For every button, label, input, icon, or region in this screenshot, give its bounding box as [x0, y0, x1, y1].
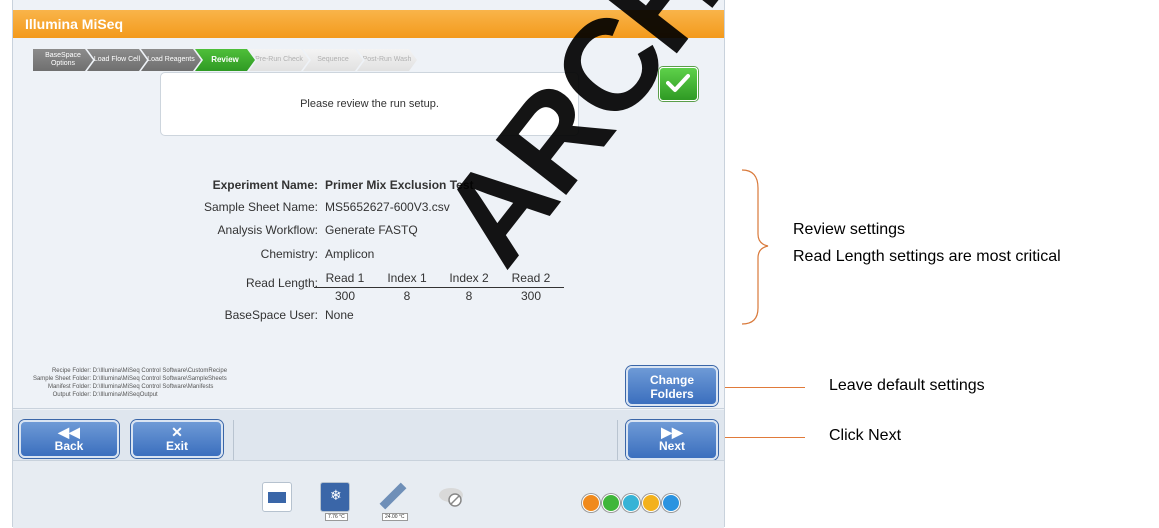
step-pre-run-check: Pre-Run Check [249, 49, 309, 71]
change-folders-button[interactable]: Change Folders [626, 366, 718, 406]
flow-cell-temp-icon[interactable] [376, 482, 407, 510]
settings-brace [741, 169, 769, 325]
review-message-box: Please review the run setup. [160, 72, 579, 136]
manifest-folder-value: D:\Illumina\MiSeq Control Software\Manif… [92, 384, 214, 390]
sample-sheet-folder-value: D:\Illumina\MiSeq Control Software\Sampl… [92, 376, 227, 382]
recipe-folder-label: Recipe Folder: [51, 368, 91, 374]
status-dot-orange-icon[interactable] [582, 494, 600, 512]
read-length-value: 8 [465, 289, 473, 303]
miseq-window: Illumina MiSeq BaseSpace Options Load Fl… [12, 0, 725, 528]
reagent-chiller-icon[interactable]: ❄ [320, 482, 350, 512]
step-sequence: Sequence [303, 49, 363, 71]
back-button[interactable]: ◀◀ Back [19, 420, 119, 458]
double-left-arrow-icon: ◀◀ [58, 424, 80, 440]
divider [13, 408, 724, 409]
flow-cell-temperature: 24.00 °C [382, 513, 408, 521]
double-right-arrow-icon: ▶▶ [661, 424, 683, 440]
step-load-flow-cell: Load Flow Cell [87, 49, 147, 71]
status-dot-green-icon[interactable] [602, 494, 620, 512]
read-length-header: Read 2 [511, 271, 551, 285]
read-length-header: Read 1 [325, 271, 365, 285]
workflow-steps: BaseSpace Options Load Flow Cell Load Re… [33, 49, 417, 71]
arrow-line [725, 437, 805, 438]
chemistry-value: Amplicon [325, 247, 375, 261]
read-length-value: 300 [334, 289, 356, 303]
annotation-click-next: Click Next [829, 427, 902, 444]
folder-paths: Recipe Folder: D:\Illumina\MiSeq Control… [17, 367, 227, 399]
annotation-read-length: Read Length settings are most critical [793, 248, 1061, 265]
basespace-user-label: BaseSpace User: [224, 308, 318, 322]
read-length-value: 8 [403, 289, 411, 303]
ready-check-icon [659, 67, 698, 101]
status-dot-blue-icon[interactable] [662, 494, 680, 512]
change-folders-label-2: Folders [650, 387, 694, 401]
sample-sheet-label: Sample Sheet Name: [203, 200, 318, 214]
navbar-separator [617, 420, 618, 460]
exit-button[interactable]: ✕ Exit [131, 420, 223, 458]
read-length-label: Read Length: [245, 276, 318, 290]
exit-label: Exit [165, 439, 188, 453]
run-setup-fields: Experiment Name: Primer Mix Exclusion Te… [133, 176, 553, 326]
basespace-user-value: None [325, 308, 354, 322]
read-length-header: Index 1 [387, 271, 427, 285]
arrow-line [725, 387, 805, 388]
read-length-table: Read 1 Index 1 Index 2 Read 2 300 8 8 30… [314, 271, 564, 303]
status-dot-teal-icon[interactable] [622, 494, 640, 512]
read-length-divider [314, 287, 564, 288]
annotation-leave-default: Leave default settings [829, 377, 985, 394]
annotation-review-settings: Review settings [793, 221, 906, 238]
change-folders-label-1: Change [649, 373, 694, 387]
experiment-name-value: Primer Mix Exclusion Test [325, 178, 474, 192]
output-folder-label: Output Folder: [52, 392, 91, 398]
sample-sheet-folder-label: Sample Sheet Folder: [32, 376, 91, 382]
recipe-folder-value: D:\Illumina\MiSeq Control Software\Custo… [92, 368, 228, 374]
step-basespace-options: BaseSpace Options [33, 49, 93, 71]
next-label: Next [658, 439, 685, 453]
flow-cell-status-icon[interactable] [262, 482, 292, 512]
next-button[interactable]: ▶▶ Next [626, 420, 718, 460]
experiment-name-label: Experiment Name: [212, 178, 318, 192]
output-folder-value: D:\Illumina\MiSeqOutput [92, 392, 158, 398]
navbar-separator [233, 420, 234, 460]
read-length-header: Index 2 [449, 271, 489, 285]
close-icon: ✕ [171, 424, 183, 440]
workflow-value: Generate FASTQ [325, 223, 418, 237]
sample-sheet-value: MS5652627-600V3.csv [325, 200, 450, 214]
step-load-reagents: Load Reagents [141, 49, 201, 71]
manifest-folder-label: Manifest Folder: [47, 384, 91, 390]
step-post-run-wash: Post-Run Wash [357, 49, 417, 71]
chiller-temperature: 7.76 °C [325, 513, 348, 521]
cloud-disconnected-icon[interactable] [436, 482, 464, 510]
status-bar [13, 460, 724, 528]
step-review: Review [195, 49, 255, 71]
chemistry-label: Chemistry: [260, 247, 318, 261]
app-title: Illumina MiSeq [13, 10, 724, 38]
review-message: Please review the run setup. [300, 98, 439, 110]
back-label: Back [54, 439, 84, 453]
read-length-value: 300 [520, 289, 542, 303]
status-dot-yellow-icon[interactable] [642, 494, 660, 512]
workflow-label: Analysis Workflow: [217, 223, 318, 237]
